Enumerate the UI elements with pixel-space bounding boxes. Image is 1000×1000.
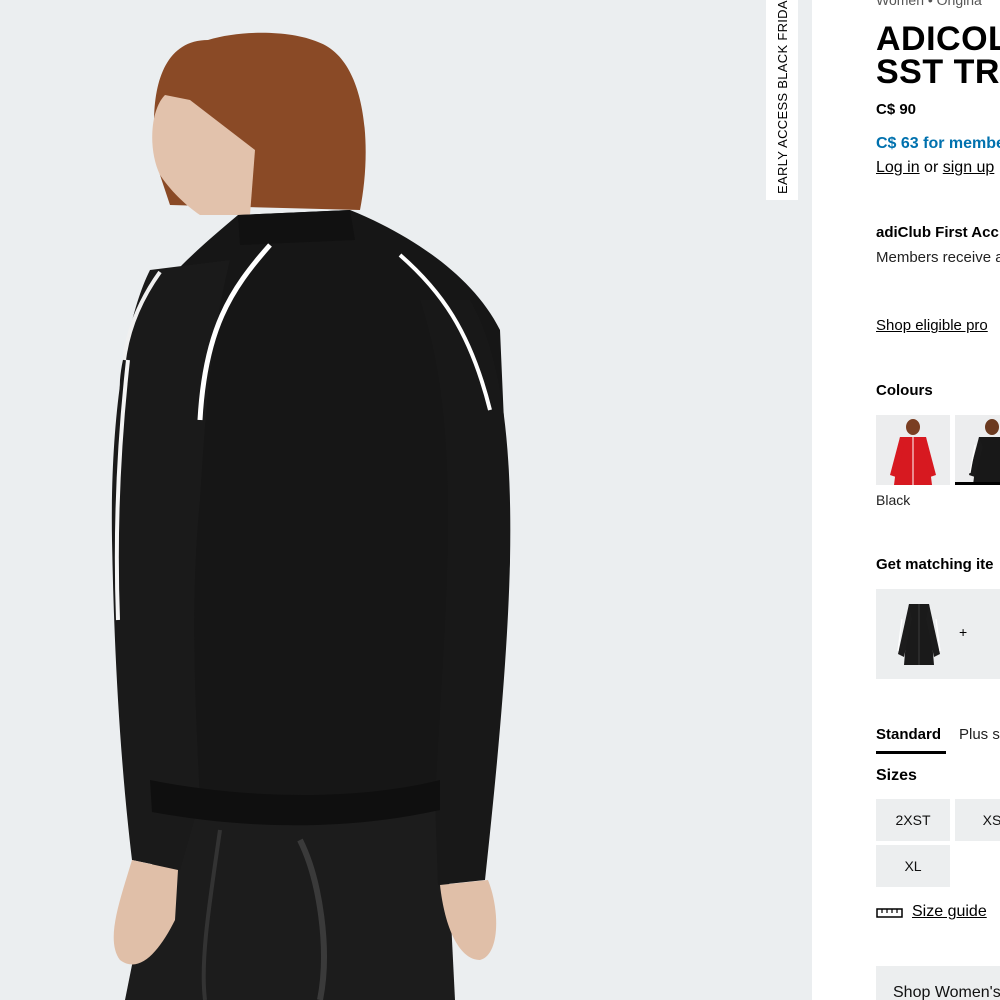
product-image-gallery[interactable]: EARLY ACCESS BLACK FRIDA [0, 0, 812, 1000]
login-signup-line: Log in or sign up [876, 159, 994, 177]
product-title-line-1: ADICOLC [876, 20, 1000, 58]
signup-link[interactable]: sign up [943, 159, 995, 176]
active-tab-indicator [876, 751, 946, 754]
breadcrumb[interactable]: Women • Origina [876, 0, 982, 8]
size-option-xl[interactable]: XL [876, 845, 950, 887]
product-details-panel: Women • Origina ADICOLC SST TRA C$ 90 C$… [812, 0, 1000, 1000]
early-access-badge: EARLY ACCESS BLACK FRIDA [766, 0, 798, 200]
size-guide-link[interactable]: Size guide [912, 903, 987, 921]
product-photo[interactable] [0, 0, 812, 1000]
tab-standard[interactable]: Standard [876, 726, 941, 743]
shop-womens-button[interactable]: Shop Women's [876, 966, 1000, 1000]
colour-swatch-black[interactable] [955, 415, 1000, 485]
matching-jacket-thumbnail [897, 604, 941, 665]
matching-items-heading: Get matching ite [876, 556, 994, 573]
sizes-heading: Sizes [876, 767, 917, 784]
size-option-xs[interactable]: XS [955, 799, 1000, 841]
product-price: C$ 90 [876, 101, 917, 118]
adiclub-heading: adiClub First Acc [876, 224, 999, 241]
plus-sign: + [959, 624, 968, 640]
colours-heading: Colours [876, 382, 933, 399]
product-title-line-2: SST TRA [876, 53, 1000, 91]
login-link[interactable]: Log in [876, 159, 920, 176]
tab-plus-size[interactable]: Plus s [959, 726, 1000, 743]
red-jacket-thumbnail [890, 419, 936, 485]
size-option-2xst[interactable]: 2XST [876, 799, 950, 841]
ruler-icon [876, 908, 903, 918]
member-price: C$ 63 for membe [876, 135, 1000, 152]
or-text: or [924, 159, 939, 176]
early-access-label: EARLY ACCESS BLACK FRIDA [775, 0, 790, 194]
colour-swatch-red[interactable] [876, 415, 950, 485]
adiclub-description: Members receive access Black Fric logged… [876, 249, 1000, 266]
shop-womens-label: Shop Women's [893, 984, 1000, 1000]
shop-eligible-products-link[interactable]: Shop eligible pro [876, 317, 988, 334]
black-jacket-thumbnail [969, 419, 1000, 485]
matching-items-bundle[interactable]: + [876, 589, 1000, 679]
selected-colour-name: Black [876, 492, 911, 508]
